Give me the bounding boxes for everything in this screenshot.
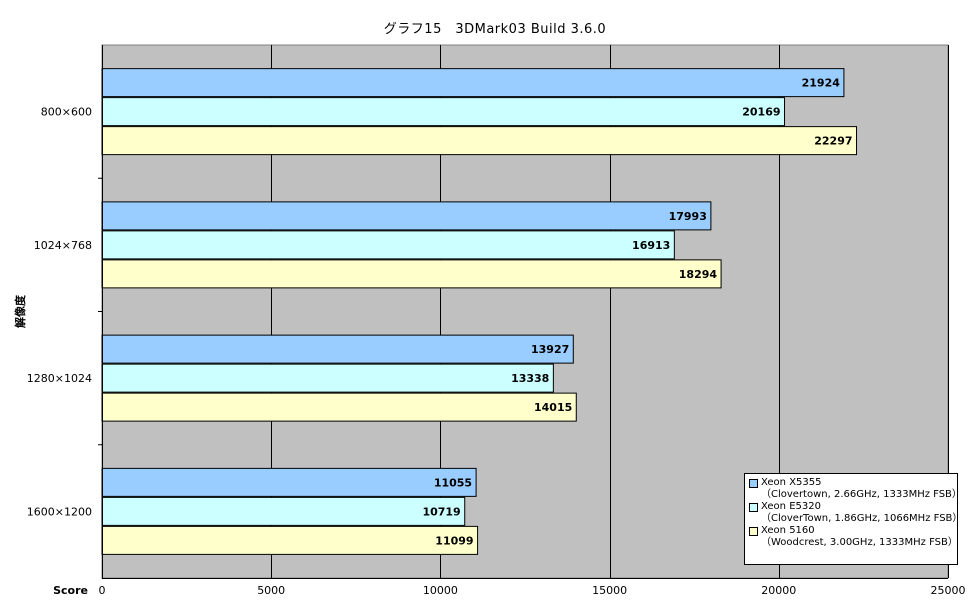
y-axis-title: 解像度 bbox=[13, 294, 27, 328]
value-label-0-1: 20169 bbox=[742, 106, 780, 119]
bar-0-0 bbox=[101, 68, 845, 98]
bar-3-0 bbox=[101, 467, 477, 497]
value-label-3-1: 10719 bbox=[422, 505, 460, 518]
category-label-1: 1024×768 bbox=[34, 239, 92, 252]
value-label-2-1: 13338 bbox=[511, 372, 549, 385]
legend-detail-5160: （Woodcrest, 3.00GHz, 1333MHz FSB） bbox=[761, 537, 958, 548]
bar-2-0 bbox=[101, 334, 574, 364]
bar-1-1 bbox=[101, 230, 675, 260]
value-label-1-0: 17993 bbox=[669, 210, 707, 223]
legend-swatch-x5355 bbox=[749, 478, 758, 488]
legend-detail-x5355: （Clovertown, 2.66GHz, 1333MHz FSB） bbox=[761, 489, 962, 500]
legend-label-e5320: Xeon E5320 bbox=[761, 501, 821, 512]
bar-3-2 bbox=[101, 525, 479, 555]
legend-label-x5355: Xeon X5355 bbox=[761, 477, 822, 488]
bar-2-1 bbox=[101, 363, 554, 393]
value-label-0-2: 22297 bbox=[814, 135, 852, 148]
x-tick-label-10000: 10000 bbox=[423, 584, 458, 597]
x-tick-label-15000: 15000 bbox=[592, 584, 627, 597]
bar-0-2 bbox=[101, 126, 858, 156]
x-tick-label-5000: 5000 bbox=[257, 584, 285, 597]
value-label-1-1: 16913 bbox=[632, 239, 670, 252]
legend-swatch-5160 bbox=[749, 526, 758, 536]
value-label-3-0: 11055 bbox=[434, 476, 472, 489]
bar-1-0 bbox=[101, 201, 712, 231]
legend-entry-e5320: Xeon E5320 （CloverTown, 1.86GHz, 1066MHz… bbox=[749, 501, 963, 525]
category-label-2: 1280×1024 bbox=[27, 372, 92, 385]
x-tick-label-0: 0 bbox=[99, 584, 106, 597]
legend: Xeon X5355 （Clovertown, 2.66GHz, 1333MHz… bbox=[744, 473, 963, 565]
legend-detail-e5320: （CloverTown, 1.86GHz, 1066MHz FSB） bbox=[761, 513, 963, 524]
category-label-3: 1600×1200 bbox=[27, 505, 92, 518]
legend-entry-x5355: Xeon X5355 （Clovertown, 2.66GHz, 1333MHz… bbox=[749, 477, 962, 501]
value-label-1-2: 18294 bbox=[679, 268, 718, 281]
value-label-2-0: 13927 bbox=[531, 343, 569, 356]
bar-3-1 bbox=[101, 496, 466, 526]
value-label-2-2: 14015 bbox=[534, 401, 572, 414]
legend-swatch-e5320 bbox=[749, 502, 758, 512]
x-tick-label-20000: 20000 bbox=[761, 584, 796, 597]
value-label-0-0: 21924 bbox=[802, 77, 841, 90]
bar-0-1 bbox=[101, 97, 786, 127]
value-label-3-2: 11099 bbox=[435, 534, 473, 547]
bar-2-2 bbox=[101, 392, 577, 422]
bar-1-2 bbox=[101, 259, 722, 289]
legend-entry-5160: Xeon 5160 （Woodcrest, 3.00GHz, 1333MHz F… bbox=[749, 525, 958, 549]
x-axis-title: Score bbox=[53, 584, 88, 597]
x-tick-label-25000: 25000 bbox=[931, 584, 966, 597]
category-label-0: 800×600 bbox=[41, 106, 92, 119]
legend-label-5160: Xeon 5160 bbox=[761, 525, 815, 536]
